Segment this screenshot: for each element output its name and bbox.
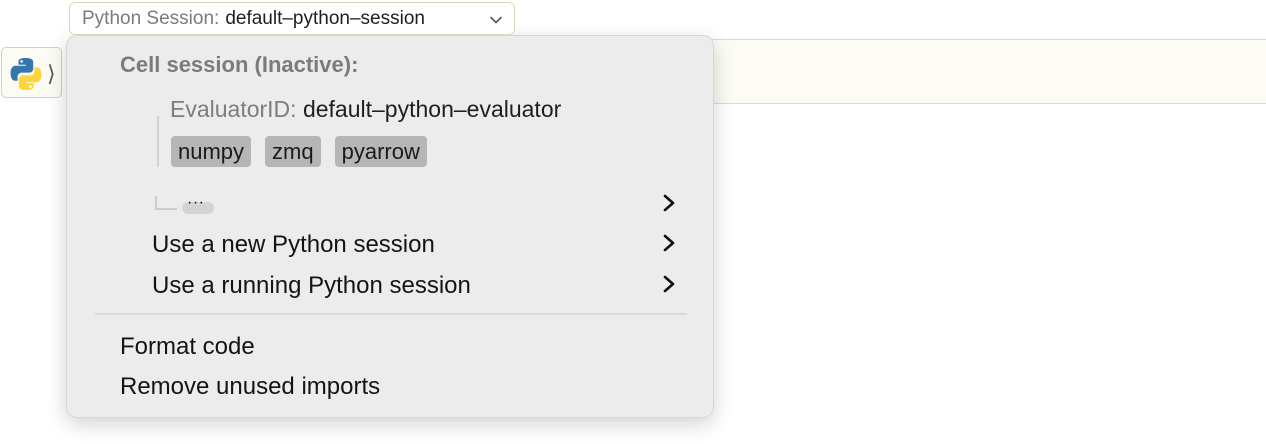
chevron-right-icon	[663, 194, 675, 212]
more-ellipsis: ···	[187, 194, 205, 211]
menu-item-format-code[interactable]: Format code	[120, 331, 255, 363]
tree-connector	[155, 196, 177, 210]
language-toggle-glyph: ⟩	[47, 61, 56, 86]
evaluator-id-key: EvaluatorID:	[170, 96, 297, 122]
session-selector-label: Python Session:	[82, 7, 220, 29]
package-tags: numpy zmq pyarrow	[171, 136, 427, 167]
chevron-down-icon	[489, 11, 503, 33]
package-tag: zmq	[265, 136, 321, 167]
package-tag: pyarrow	[334, 136, 427, 167]
python-session-selector[interactable]: Python Session: default–python–session	[69, 2, 515, 35]
chevron-right-icon	[663, 234, 675, 252]
chevron-right-icon	[663, 275, 675, 293]
cell-session-heading: Cell session (Inactive):	[120, 52, 359, 77]
menu-item-remove-unused-imports[interactable]: Remove unused imports	[120, 371, 380, 403]
menu-separator	[95, 313, 687, 315]
evaluator-id-row: EvaluatorID: default–python–evaluator	[170, 96, 561, 123]
package-tag: numpy	[171, 136, 252, 167]
code-cell-editor[interactable]	[700, 39, 1266, 104]
menu-item-new-session[interactable]: Use a new Python session	[152, 229, 435, 261]
session-selector-value: default–python–session	[225, 7, 425, 29]
menu-item-running-session[interactable]: Use a running Python session	[152, 270, 471, 302]
cell-context-menu: Cell session (Inactive): EvaluatorID: de…	[66, 35, 714, 418]
evaluator-group-rule	[157, 116, 159, 167]
evaluator-id-value: default–python–evaluator	[302, 96, 562, 122]
more-sessions-item[interactable]: ···	[182, 194, 214, 214]
python-logo-icon	[10, 58, 42, 90]
cell-language-button[interactable]: ⟩	[1, 47, 62, 98]
